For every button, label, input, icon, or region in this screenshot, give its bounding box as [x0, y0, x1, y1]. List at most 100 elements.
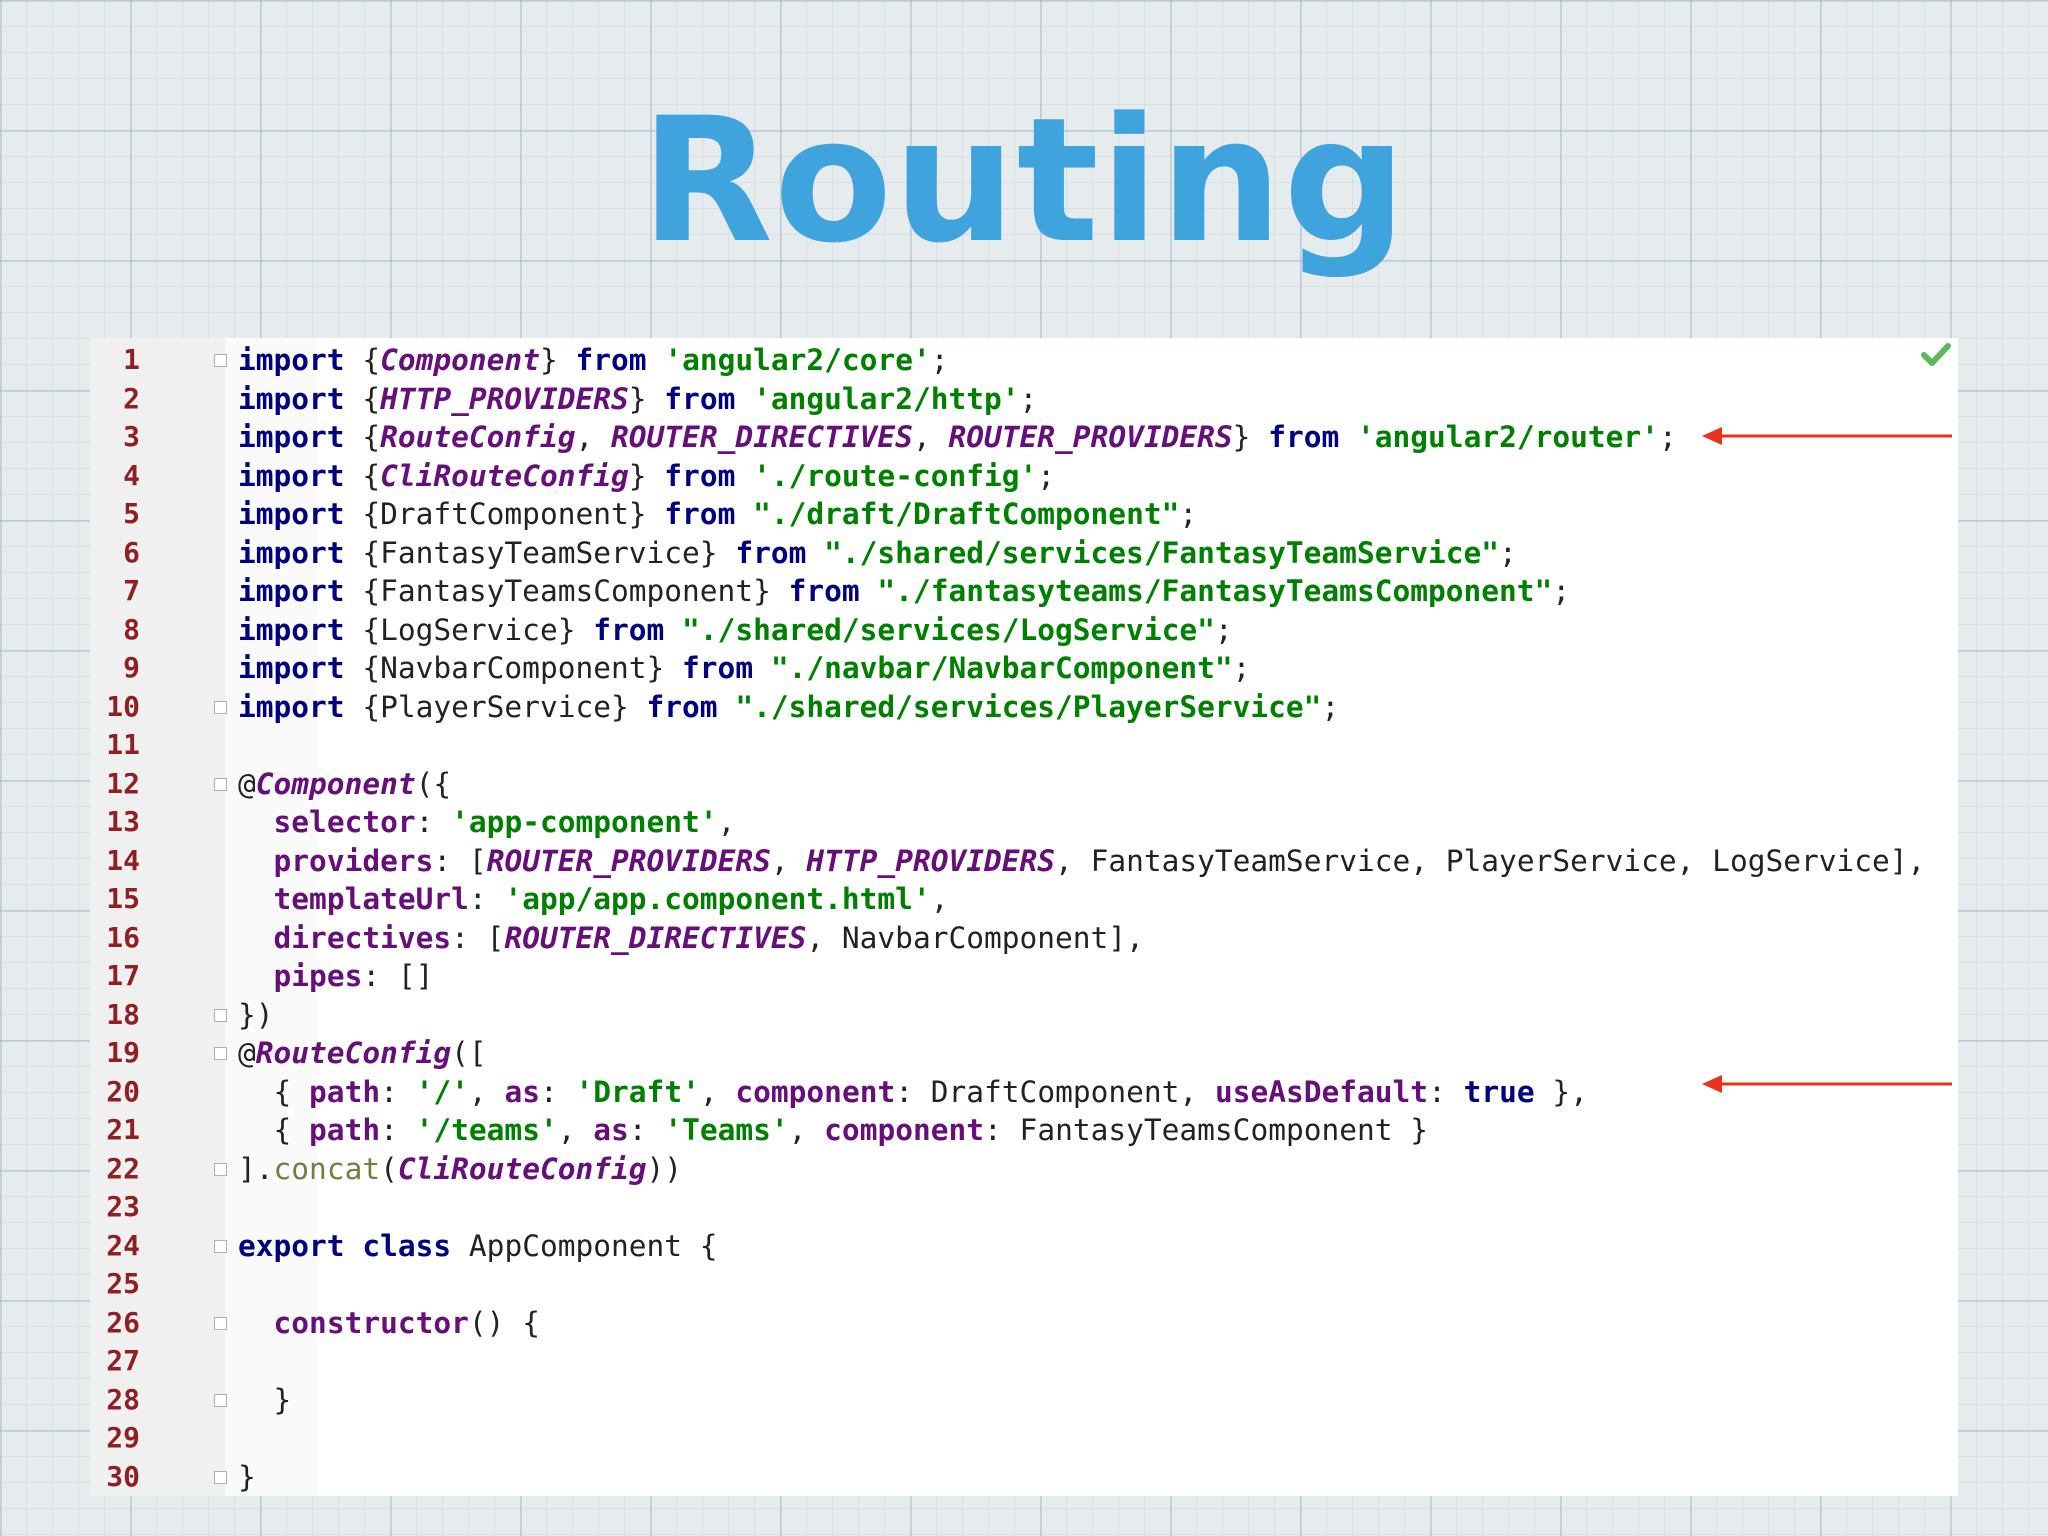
line-number: 18	[106, 997, 140, 1031]
code-token: CliRouteConfig	[380, 458, 629, 493]
code-token: HTTP_PROVIDERS	[806, 843, 1056, 878]
line-number: 8	[123, 612, 140, 646]
code-token: {NavbarComponent}	[344, 651, 683, 685]
code-text: providers: [ROUTER_PROVIDERS, HTTP_PROVI…	[238, 842, 1926, 880]
code-token: ;	[1499, 535, 1517, 570]
code-token: import	[238, 612, 345, 647]
code-token: as	[504, 1074, 540, 1109]
line-number: 7	[123, 574, 140, 607]
code-token: {	[238, 1074, 310, 1109]
code-token: {	[344, 458, 381, 493]
code-line: 15 templateUrl: 'app/app.component.html'…	[90, 880, 1958, 919]
code-token: (	[380, 1151, 398, 1186]
code-text: templateUrl: 'app/app.component.html',	[238, 880, 949, 918]
line-number: 30	[106, 1459, 140, 1493]
code-token: :	[628, 1113, 665, 1147]
code-line: 23	[90, 1188, 1958, 1227]
code-token: ;	[1658, 420, 1677, 454]
code-token: ,	[930, 882, 949, 916]
code-token: directives	[273, 920, 452, 955]
line-number: 3	[123, 420, 140, 453]
code-text: import {DraftComponent} from "./draft/Dr…	[238, 495, 1197, 533]
code-token: : FantasyTeamsComponent }	[984, 1113, 1429, 1147]
code-token: HTTP_PROVIDERS	[380, 381, 629, 416]
line-number: 5	[123, 497, 140, 530]
code-token: from	[788, 574, 860, 608]
code-line: 14 providers: [ROUTER_PROVIDERS, HTTP_PR…	[90, 842, 1958, 881]
code-text: })	[238, 996, 274, 1034]
code-text: import {HTTP_PROVIDERS} from 'angular2/h…	[238, 380, 1037, 418]
code-token: import	[238, 420, 345, 454]
line-number: 10	[106, 689, 140, 723]
code-token: @	[238, 766, 256, 801]
code-token: ;	[1232, 651, 1251, 685]
line-number: 16	[106, 920, 140, 954]
code-line: 25	[90, 1265, 1958, 1304]
code-token: Component	[255, 766, 416, 801]
fold-marker-icon[interactable]	[214, 1008, 227, 1022]
fold-marker-icon[interactable]	[214, 354, 227, 367]
code-text: export class AppComponent {	[238, 1227, 718, 1265]
code-token: , NavbarComponent],	[806, 920, 1144, 955]
code-token: from	[664, 497, 736, 531]
code-token: './route-config'	[753, 458, 1038, 493]
code-token: 'Draft'	[575, 1074, 700, 1109]
code-line: 19 @RouteConfig([	[90, 1034, 1958, 1073]
arrow-left-icon	[1702, 427, 1952, 445]
fold-marker-icon[interactable]	[214, 1239, 227, 1253]
code-text: }	[238, 1458, 256, 1496]
fold-marker-icon[interactable]	[214, 700, 227, 714]
code-line: 1 import {Component} from 'angular2/core'…	[90, 341, 1958, 380]
code-token: pipes	[273, 959, 363, 993]
line-number: 12	[106, 766, 140, 800]
line-number: 28	[106, 1382, 140, 1416]
code-token: ;	[1037, 458, 1056, 493]
code-token: component	[824, 1113, 985, 1147]
code-token: })	[238, 997, 274, 1032]
code-token: 'app-component'	[451, 805, 718, 839]
code-line: 3 import {RouteConfig, ROUTER_DIRECTIVES,…	[90, 418, 1958, 457]
line-number: 23	[106, 1190, 140, 1223]
code-token: ;	[1214, 612, 1233, 647]
fold-marker-icon[interactable]	[214, 1047, 227, 1060]
fold-marker-icon[interactable]	[214, 1470, 227, 1484]
line-number: 19	[106, 1036, 140, 1069]
code-text: import {FantasyTeamsComponent} from "./f…	[238, 572, 1570, 610]
code-text: pipes: []	[238, 957, 434, 995]
fold-marker-icon[interactable]	[214, 1162, 227, 1176]
code-token: templateUrl	[273, 882, 469, 916]
code-token: "./shared/services/FantasyTeamService"	[824, 535, 1500, 570]
code-token: '/teams'	[415, 1113, 558, 1147]
fold-marker-icon[interactable]	[214, 1316, 227, 1330]
code-token: ROUTER_DIRECTIVES	[611, 420, 913, 454]
code-token: 'angular2/core'	[664, 343, 931, 377]
line-number: 26	[106, 1305, 140, 1339]
code-token: from	[593, 612, 665, 647]
code-text: import {LogService} from "./shared/servi…	[238, 611, 1233, 649]
line-number: 24	[106, 1228, 140, 1262]
code-token: ,	[912, 420, 949, 454]
line-number: 27	[106, 1344, 140, 1377]
code-token: :	[380, 1074, 416, 1109]
line-number: 6	[123, 535, 140, 569]
code-token: ,	[557, 1113, 594, 1147]
code-token: true	[1463, 1074, 1535, 1109]
fold-marker-icon[interactable]	[214, 1393, 227, 1407]
line-number: 21	[106, 1113, 140, 1146]
code-text: import {NavbarComponent} from "./navbar/…	[238, 649, 1250, 687]
code-token: 'app/app.component.html'	[504, 882, 931, 916]
code-line: 11	[90, 726, 1958, 765]
code-token: {PlayerService}	[344, 689, 647, 724]
code-token: {FantasyTeamService}	[344, 535, 736, 570]
code-token: '/'	[415, 1074, 469, 1109]
fold-marker-icon[interactable]	[214, 777, 227, 791]
code-token: {	[344, 381, 381, 416]
code-editor[interactable]: 1 import {Component} from 'angular2/core'…	[90, 338, 1958, 1496]
code-token: }	[238, 1459, 256, 1494]
